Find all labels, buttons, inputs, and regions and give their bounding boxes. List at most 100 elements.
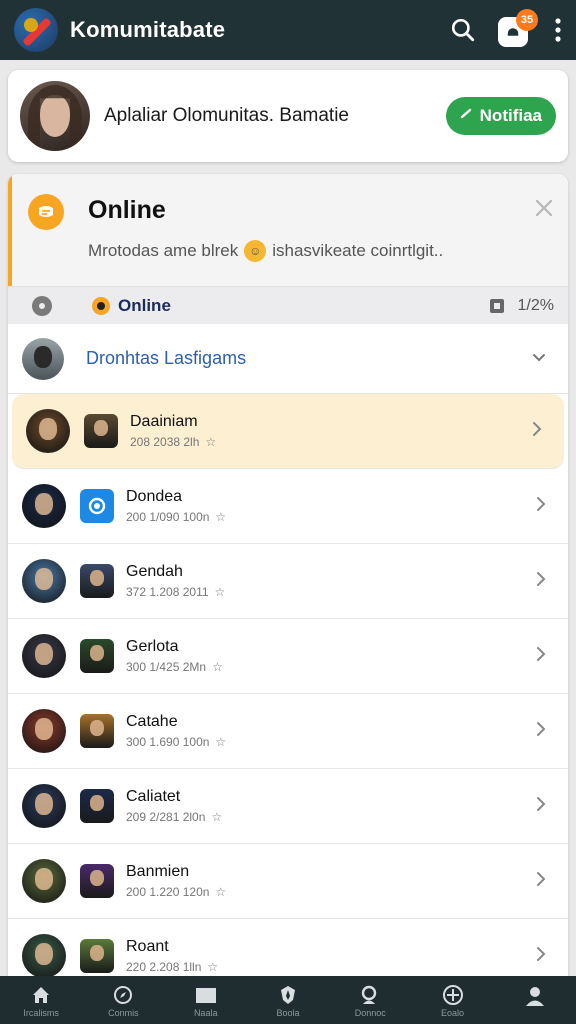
folder-icon <box>195 988 216 1003</box>
close-icon[interactable] <box>534 198 554 223</box>
nav-item-home[interactable]: Ircalisms <box>6 984 76 1018</box>
chevron-right-icon[interactable] <box>536 646 546 667</box>
nav-item-profile[interactable] <box>500 984 570 1008</box>
game-meta-text: 200 1/090 100n <box>126 510 210 524</box>
profile-text: Aplaliar Olomunitas. Bamatie <box>104 105 349 126</box>
notify-button-label: Notifiaa <box>479 106 542 125</box>
game-avatar <box>22 484 66 528</box>
game-meta: 200 1.220 120n ☆ <box>126 885 226 899</box>
game-name: Daainiam <box>130 413 198 430</box>
chevron-right-icon[interactable] <box>536 796 546 817</box>
online-badge-icon <box>28 194 64 230</box>
game-avatar <box>22 634 66 678</box>
game-name: Catahe <box>126 713 178 730</box>
bottom-navigation: Ircalisms Conmis Naala Boola Donnoc Eoal… <box>0 976 576 1024</box>
game-avatar <box>22 784 66 828</box>
nav-item-folder[interactable]: Naala <box>171 984 241 1018</box>
top-app-bar: Komumitabate 35 <box>0 0 576 60</box>
online-status[interactable]: Online <box>92 296 171 316</box>
game-thumbnail <box>80 939 114 973</box>
game-text: Catahe 300 1.690 100n ☆ <box>126 713 226 749</box>
profile-card: Aplaliar Olomunitas. Bamatie Notifiaa <box>8 70 568 162</box>
check-icon <box>460 106 474 126</box>
online-subtitle-right: ishasvikeate coinrtlgit.. <box>272 241 444 260</box>
chevron-right-icon[interactable] <box>536 871 546 892</box>
game-row[interactable]: Roant 220 2.208 1lln ☆ <box>8 919 568 984</box>
game-list: Daainiam 208 2038 2lh ☆ Dondea 200 1/090 100… <box>8 394 568 984</box>
game-thumbnail <box>80 639 114 673</box>
nav-label: Boola <box>276 1008 300 1018</box>
game-thumbnail <box>84 414 118 448</box>
chevron-right-icon[interactable] <box>536 721 546 742</box>
game-row[interactable]: Dondea 200 1/090 100n ☆ <box>8 469 568 544</box>
game-name: Gendah <box>126 563 183 580</box>
nav-item-add[interactable]: Eoalo <box>418 984 488 1018</box>
chevron-right-icon[interactable] <box>536 571 546 592</box>
game-text: Daainiam 208 2038 2lh ☆ <box>130 413 216 449</box>
nav-item-shield[interactable]: Boola <box>253 984 323 1018</box>
game-meta-text: 300 1/425 2Mn <box>126 660 207 674</box>
game-thumbnail <box>80 564 114 598</box>
app-swirl-icon <box>88 497 106 515</box>
game-text: Gendah 372 1.208 2011 ☆ <box>126 563 225 599</box>
game-name: Banmien <box>126 863 190 880</box>
game-name: Roant <box>126 938 169 955</box>
more-vert-icon[interactable] <box>554 17 562 43</box>
star-icon: ☆ <box>211 810 223 824</box>
game-name: Caliatet <box>126 788 181 805</box>
emoji-icon: ☺ <box>244 240 267 262</box>
compass-icon <box>114 986 133 1004</box>
notifications-button[interactable]: 35 <box>498 9 538 47</box>
game-meta: 300 1.690 100n ☆ <box>126 735 226 749</box>
nav-label: Naala <box>193 1008 218 1018</box>
game-meta-text: 220 2.208 1lln <box>126 960 202 974</box>
strip-right-value: 1/2% <box>517 296 554 314</box>
nav-item-search-person[interactable]: Donnoc <box>335 984 405 1018</box>
game-text: Caliatet 209 2/281 2l0n ☆ <box>126 788 222 824</box>
search-icon[interactable] <box>450 17 476 43</box>
game-meta: 208 2038 2lh ☆ <box>130 435 216 449</box>
star-icon: ☆ <box>205 435 217 449</box>
profile-icon <box>525 987 544 1006</box>
game-row[interactable]: Catahe 300 1.690 100n ☆ <box>8 694 568 769</box>
game-row[interactable]: Daainiam 208 2038 2lh ☆ <box>12 394 564 469</box>
game-thumbnail <box>80 789 114 823</box>
nav-label: Donnoc <box>354 1008 386 1018</box>
game-name: Dondea <box>126 488 183 505</box>
star-icon: ☆ <box>214 585 226 599</box>
notify-button[interactable]: Notifiaa <box>445 97 556 135</box>
nav-label: Ircalisms <box>23 1008 59 1018</box>
game-meta-text: 209 2/281 2l0n <box>126 810 206 824</box>
group-header[interactable]: Dronhtas Lasfigams <box>8 324 568 394</box>
game-meta-text: 208 2038 2lh <box>130 435 200 449</box>
game-meta: 220 2.208 1lln ☆ <box>126 960 218 974</box>
game-row[interactable]: Banmien 200 1.220 120n ☆ <box>8 844 568 919</box>
main-card: Online Mrotodas ame blrek ☺ ishasvikeate… <box>8 174 568 984</box>
filter-icon[interactable] <box>32 295 52 316</box>
search-person-icon <box>362 985 377 1004</box>
online-status-label: Online <box>118 295 171 315</box>
chevron-right-icon[interactable] <box>536 946 546 967</box>
app-logo[interactable] <box>14 8 58 52</box>
game-meta-text: 372 1.208 2011 <box>126 585 209 599</box>
chevron-right-icon[interactable] <box>536 496 546 517</box>
chevron-down-icon[interactable] <box>532 350 546 368</box>
game-avatar <box>26 409 70 453</box>
game-avatar <box>22 934 66 978</box>
nav-item-compass[interactable]: Conmis <box>88 984 158 1018</box>
nav-label: Conmis <box>108 1008 139 1018</box>
profile-avatar[interactable] <box>20 81 90 151</box>
game-avatar <box>22 709 66 753</box>
app-title: Komumitabate <box>70 17 226 42</box>
grid-icon[interactable] <box>489 298 504 313</box>
game-avatar <box>22 559 66 603</box>
game-text: Roant 220 2.208 1lln ☆ <box>126 938 218 974</box>
game-row[interactable]: Gendah 372 1.208 2011 ☆ <box>8 544 568 619</box>
online-subtitle: Mrotodas ame blrek ☺ ishasvikeate coinrt… <box>88 240 443 262</box>
game-row[interactable]: Gerlota 300 1/425 2Mn ☆ <box>8 619 568 694</box>
game-row[interactable]: Caliatet 209 2/281 2l0n ☆ <box>8 769 568 844</box>
chevron-right-icon[interactable] <box>532 421 542 442</box>
nav-label: Eoalo <box>441 1008 465 1018</box>
game-meta: 300 1/425 2Mn ☆ <box>126 660 223 674</box>
star-icon: ☆ <box>215 735 227 749</box>
